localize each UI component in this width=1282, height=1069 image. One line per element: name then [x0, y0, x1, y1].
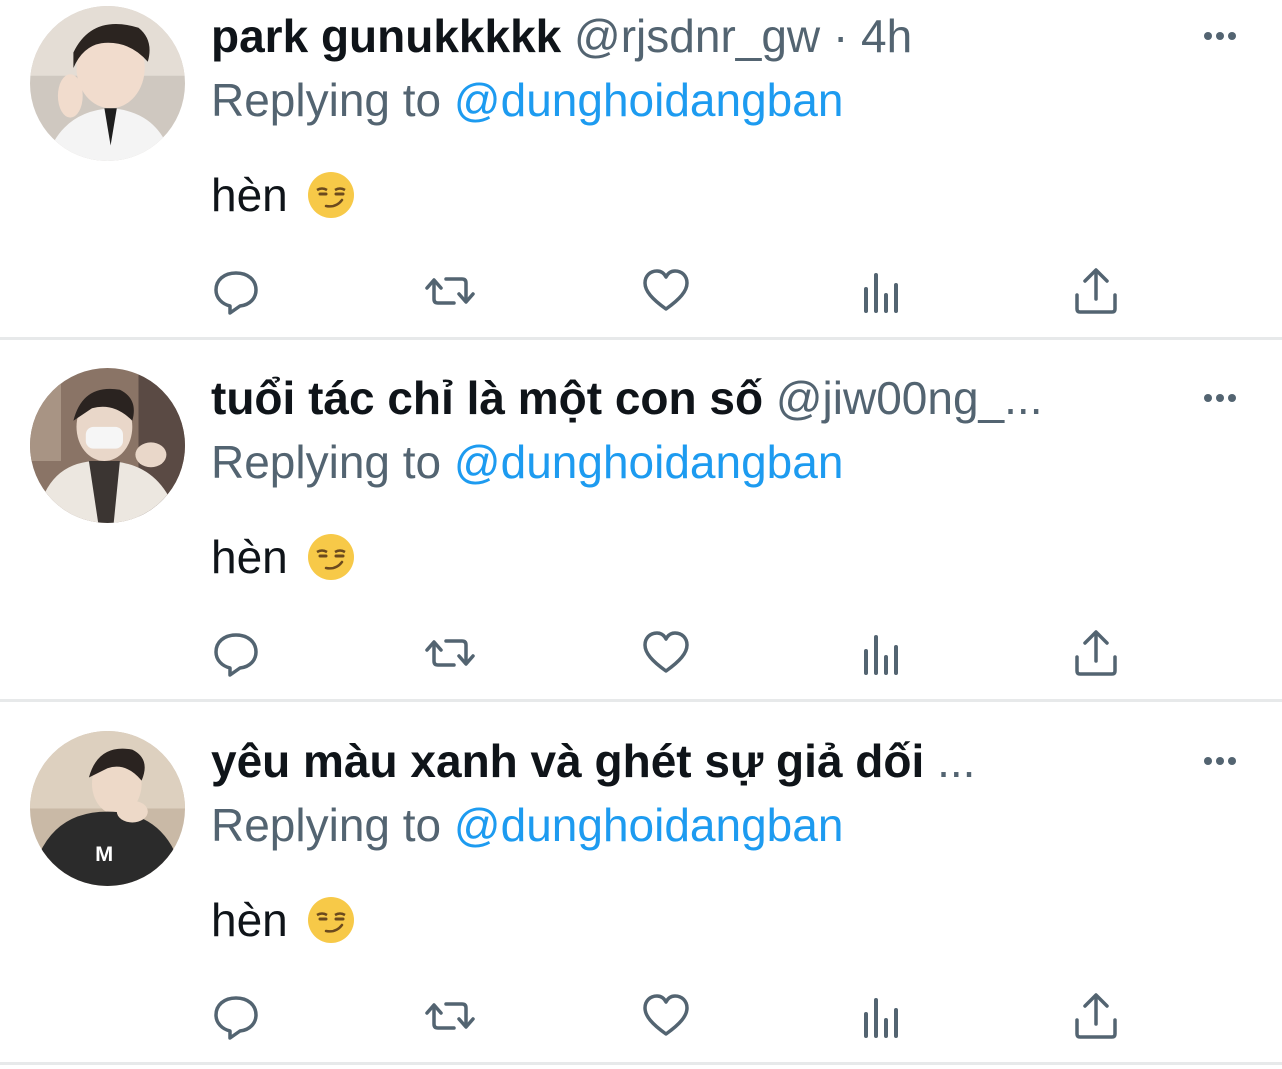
replying-to-line: Replying to @dunghoidangban [211, 72, 843, 128]
analytics-icon[interactable] [858, 627, 910, 679]
retweet-icon[interactable] [424, 627, 476, 679]
analytics-icon[interactable] [858, 990, 910, 1042]
mention-link[interactable]: @dunghoidangban [454, 799, 844, 851]
avatar-photo [30, 6, 185, 161]
tweet-header: yêu màu xanh và ghét sự giả dối ... [211, 733, 1191, 789]
replying-to-line: Replying to @dunghoidangban [211, 797, 843, 853]
mention-link[interactable]: @dunghoidangban [454, 436, 844, 488]
smirking-face-icon [306, 170, 356, 220]
analytics-icon[interactable] [858, 265, 910, 317]
mention-link[interactable]: @dunghoidangban [454, 74, 844, 126]
avatar[interactable]: M [30, 731, 185, 886]
smirking-face-icon [306, 532, 356, 582]
tweet-text: hèn [211, 527, 356, 587]
reply-icon[interactable] [210, 990, 262, 1042]
retweet-icon[interactable] [424, 265, 476, 317]
user-handle[interactable]: ... [937, 735, 975, 787]
replying-to-label: Replying to [211, 74, 442, 126]
reply-tweet[interactable]: M yêu màu xanh và ghét sự giả dối ... Re… [0, 725, 1282, 1065]
tweet-header: tuổi tác chỉ là một con số @jiw00ng_... [211, 370, 1191, 426]
avatar[interactable] [30, 6, 185, 161]
reply-icon[interactable] [210, 627, 262, 679]
tweet-actions [210, 627, 1130, 683]
timestamp[interactable]: 4h [861, 10, 912, 62]
retweet-icon[interactable] [424, 990, 476, 1042]
tweet-text: hèn [211, 890, 356, 950]
like-icon[interactable] [640, 990, 692, 1042]
more-options-icon[interactable] [1198, 14, 1242, 58]
tweet-actions [210, 265, 1130, 321]
tweet-header: park gunukkkkk @rjsdnr_gw · 4h [211, 8, 1191, 64]
like-icon[interactable] [640, 265, 692, 317]
tweet-text-content: hèn [211, 894, 288, 946]
like-icon[interactable] [640, 627, 692, 679]
user-handle[interactable]: @rjsdnr_gw [574, 10, 820, 62]
separator-dot: · [832, 10, 849, 62]
replying-to-label: Replying to [211, 799, 442, 851]
tweet-actions [210, 990, 1130, 1046]
reply-tweet[interactable]: park gunukkkkk @rjsdnr_gw · 4h Replying … [0, 0, 1282, 340]
avatar-photo [30, 368, 185, 523]
tweet-text-content: hèn [211, 169, 288, 221]
share-icon[interactable] [1070, 627, 1122, 679]
more-options-icon[interactable] [1198, 376, 1242, 420]
user-handle[interactable]: @jiw00ng_... [776, 372, 1043, 424]
reply-icon[interactable] [210, 265, 262, 317]
replying-to-label: Replying to [211, 436, 442, 488]
avatar-photo: M [30, 731, 185, 886]
display-name[interactable]: yêu màu xanh và ghét sự giả dối [211, 735, 924, 787]
display-name[interactable]: park gunukkkkk [211, 10, 561, 62]
tweet-text-content: hèn [211, 531, 288, 583]
replying-to-line: Replying to @dunghoidangban [211, 434, 843, 490]
more-options-icon[interactable] [1198, 739, 1242, 783]
svg-text:M: M [95, 841, 113, 866]
share-icon[interactable] [1070, 990, 1122, 1042]
avatar[interactable] [30, 368, 185, 523]
share-icon[interactable] [1070, 265, 1122, 317]
tweet-text: hèn [211, 165, 356, 225]
display-name[interactable]: tuổi tác chỉ là một con số [211, 372, 763, 424]
smirking-face-icon [306, 895, 356, 945]
reply-tweet[interactable]: tuổi tác chỉ là một con số @jiw00ng_... … [0, 362, 1282, 702]
